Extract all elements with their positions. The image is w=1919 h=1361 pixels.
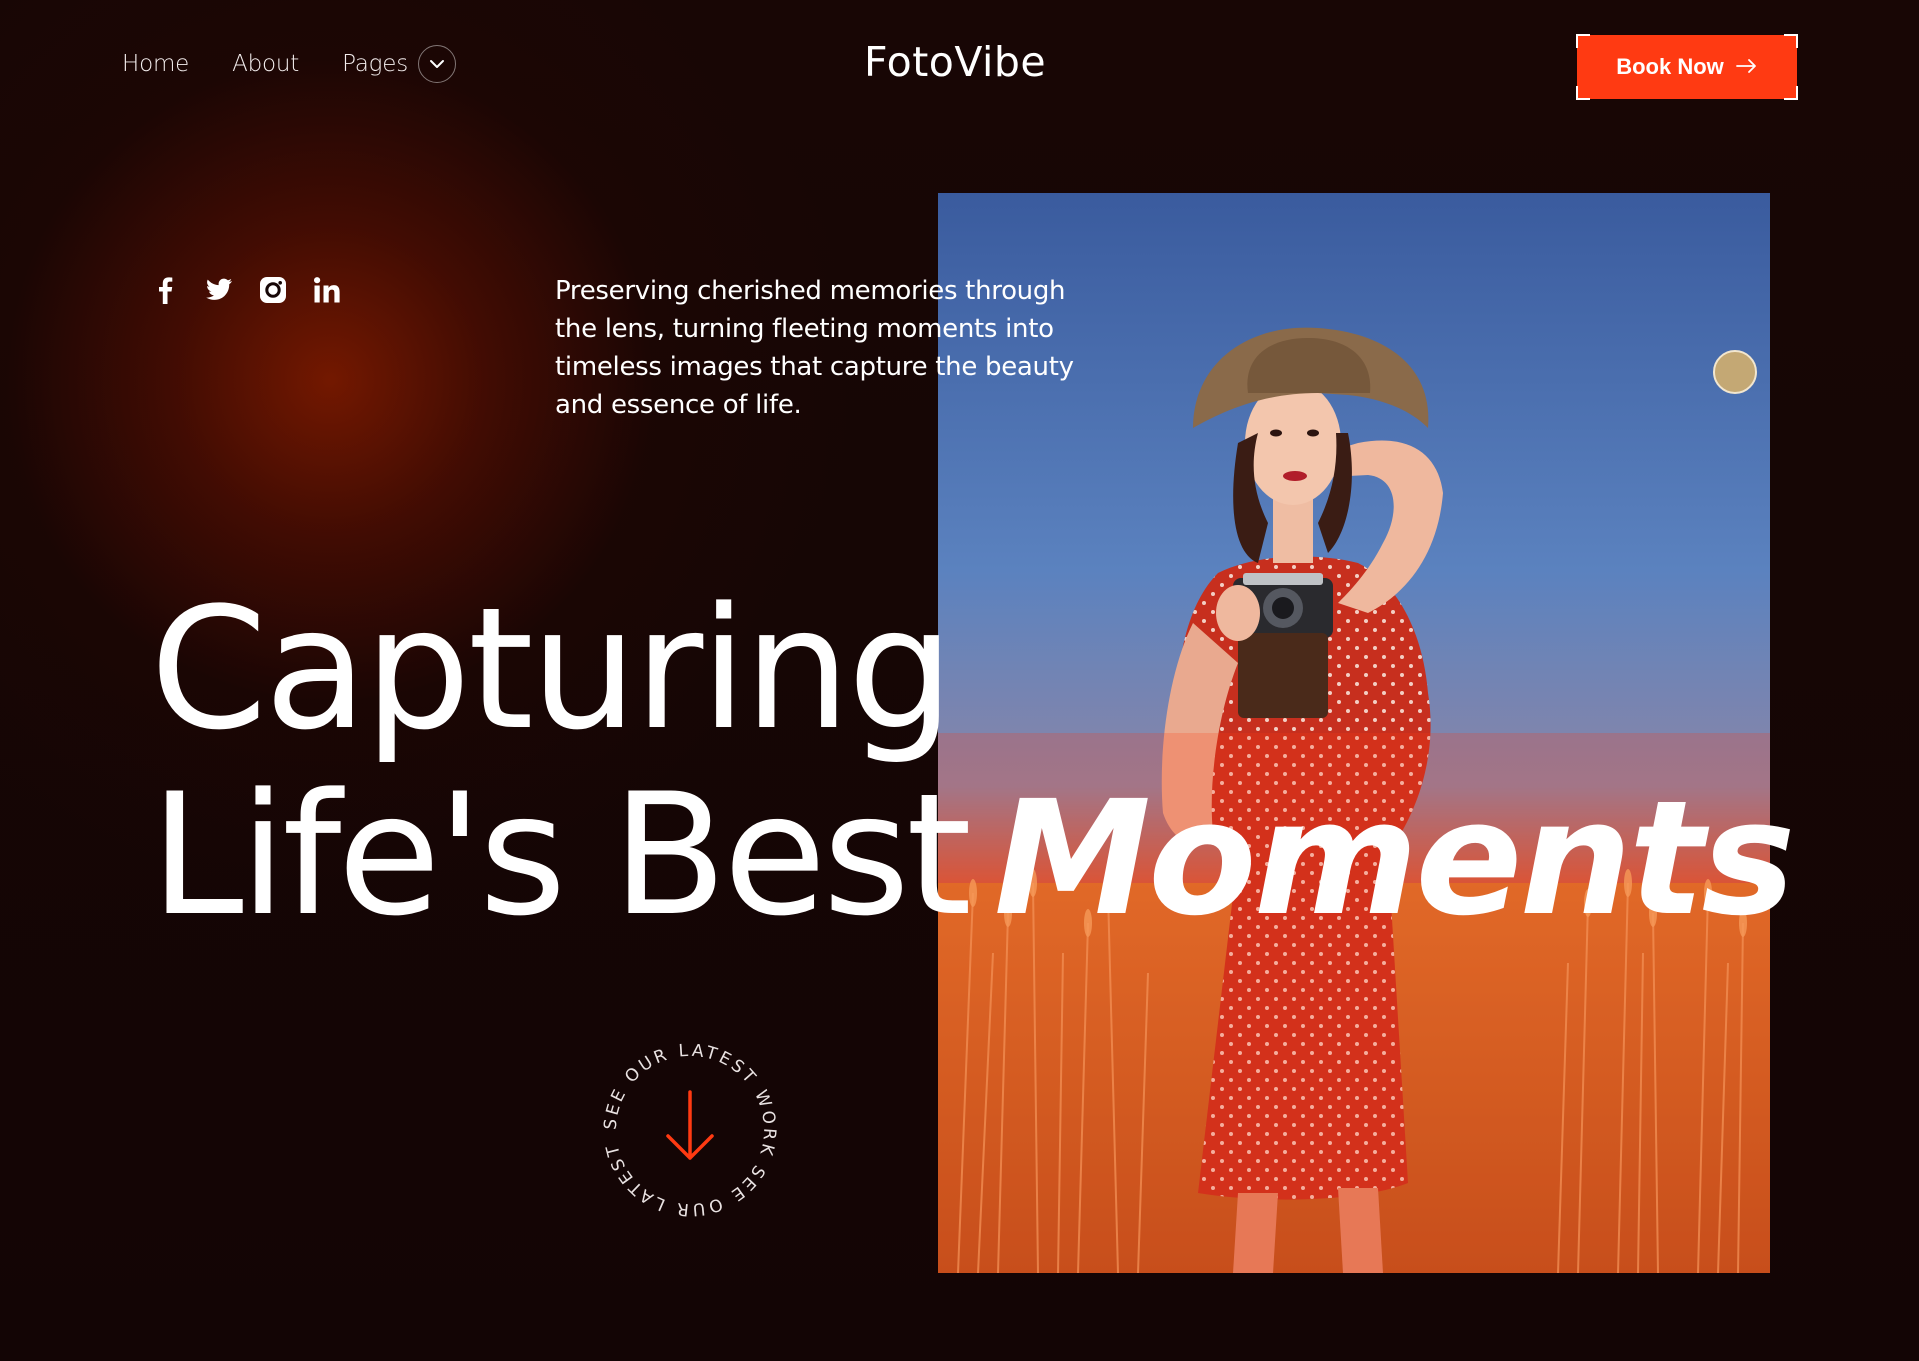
corner-tl <box>1576 34 1590 48</box>
linkedin-icon[interactable] <box>312 275 342 305</box>
nav-links: Home About Pages <box>122 45 457 83</box>
badge-circular-text: SEE OUR LATEST WORK SEE OUR LATEST WORK <box>590 1030 779 1219</box>
nav-link-home[interactable]: Home <box>122 51 189 77</box>
twitter-icon[interactable] <box>204 275 234 305</box>
nav-link-about[interactable]: About <box>232 51 299 77</box>
instagram-icon[interactable] <box>258 275 288 305</box>
book-now-label: Book Now <box>1616 54 1724 79</box>
social-links <box>150 275 342 305</box>
chevron-down-icon[interactable] <box>418 45 457 83</box>
corner-bl <box>1576 86 1590 100</box>
hero-line-2-bold: Moments <box>993 767 1796 951</box>
corner-tr <box>1784 34 1798 48</box>
see-latest-work-badge[interactable]: SEE OUR LATEST WORK SEE OUR LATEST WORK <box>580 1015 790 1230</box>
arrow-right-icon <box>1735 58 1758 77</box>
corner-br <box>1784 86 1798 100</box>
nav-link-pages[interactable]: Pages <box>342 51 408 77</box>
badge-text: SEE OUR LATEST WORK SEE OUR LATEST WORK <box>580 1015 776 1219</box>
top-nav: Home About Pages FotoVibe Book Now <box>0 0 1919 135</box>
intro-text: Preserving cherished memories through th… <box>555 276 1074 420</box>
hero-line-2-light: Life's Best <box>150 757 972 953</box>
book-now-button[interactable]: Book Now <box>1576 34 1798 100</box>
facebook-icon[interactable] <box>150 275 180 305</box>
brand-logo[interactable]: FotoVibe <box>864 38 1046 86</box>
hero-line-2: Life's Best Moments <box>150 757 1796 953</box>
hero-headline: Capturing Life's Best Moments <box>150 571 1796 953</box>
scroll-indicator-dot[interactable] <box>1713 350 1757 394</box>
hero-line-1: Capturing <box>150 571 954 767</box>
nav-pages-dropdown[interactable]: Pages <box>342 45 457 83</box>
arrow-down-icon <box>666 1090 714 1160</box>
